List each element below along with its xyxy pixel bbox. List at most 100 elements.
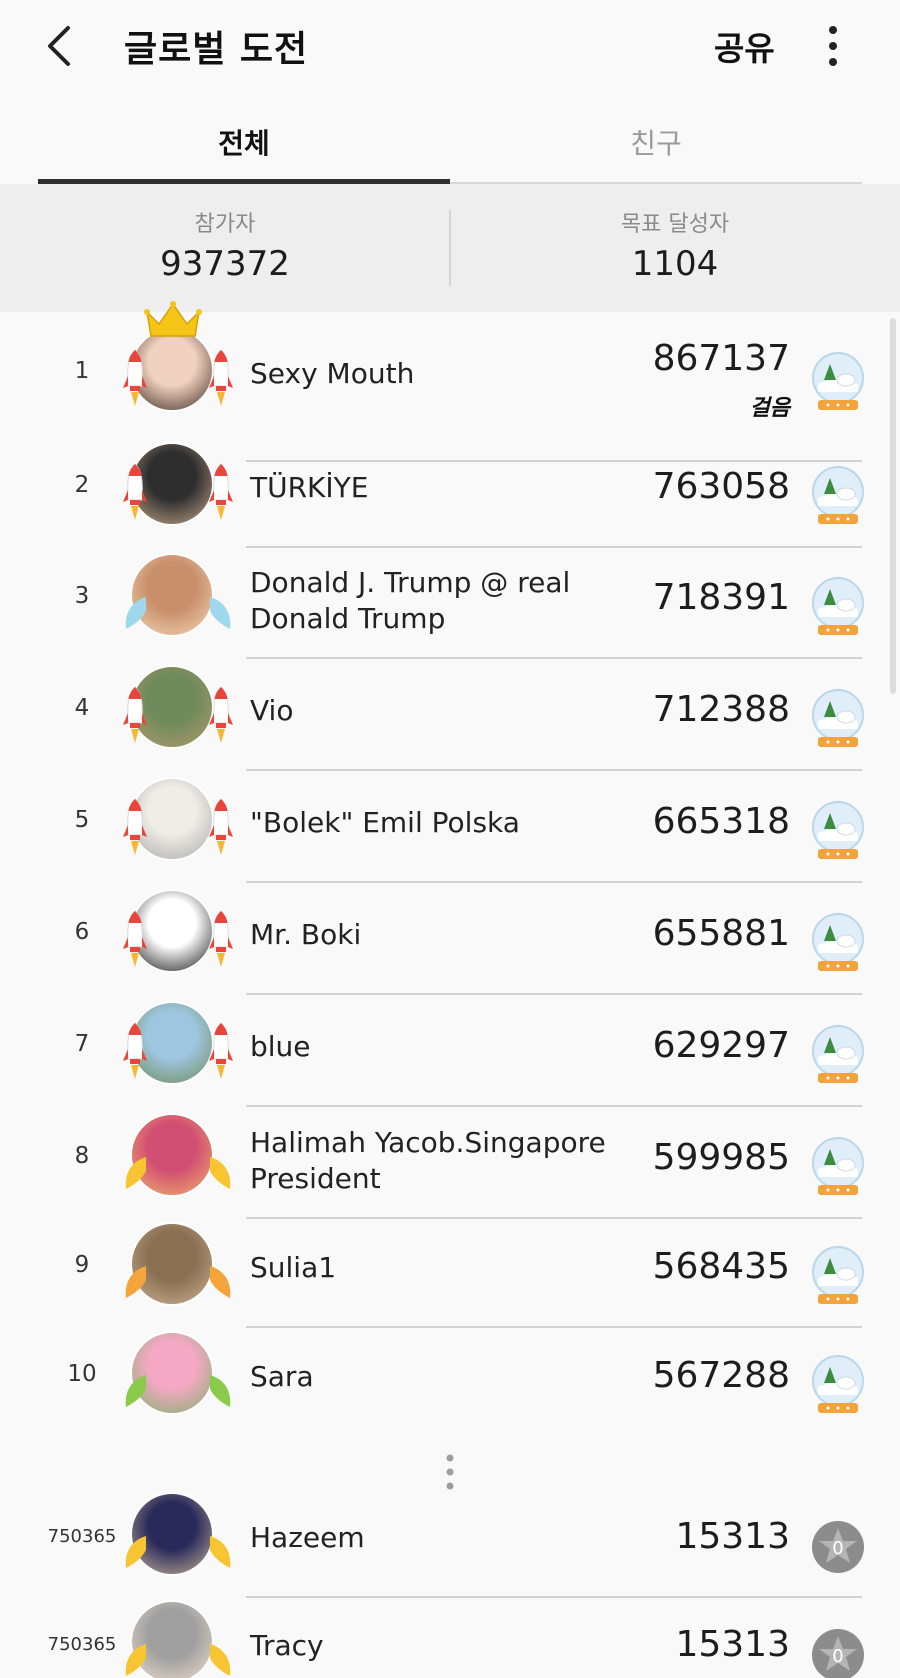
avatar[interactable] [123, 436, 233, 546]
rocket-badge-icon [209, 686, 233, 743]
achievers-value: 1104 [631, 244, 719, 284]
more-vertical-icon[interactable] [818, 24, 848, 68]
rank-number: 9 [74, 1252, 90, 1278]
avatar[interactable] [125, 1325, 231, 1435]
snow-globe-trophy-icon [812, 1246, 864, 1304]
user-name: Sara [250, 1360, 314, 1393]
step-score: 867137 [652, 338, 790, 379]
rocket-badge-icon [123, 1022, 147, 1079]
medal-value: 0 [832, 1538, 843, 1559]
rocket-badge-icon [123, 349, 147, 406]
step-score: 15313 [675, 1516, 790, 1557]
leaderboard-row[interactable]: 7 blue 629297 [0, 995, 900, 1107]
snow-globe-trophy-icon [812, 1025, 864, 1083]
participants-value: 937372 [160, 244, 290, 284]
leaderboard-row[interactable]: 10 Sara 567288 [0, 1325, 900, 1437]
tab-bar: 전체 친구 [38, 110, 862, 184]
snow-globe-trophy-icon [812, 577, 864, 635]
wing-badge-icon [125, 1266, 146, 1298]
wing-badge-icon [125, 1644, 146, 1676]
leaderboard-row[interactable]: 3 Donald J. Trump @ real Donald Trump 7183… [0, 547, 900, 659]
rank-number: 750365 [47, 1634, 117, 1655]
user-name: Vio [250, 694, 294, 727]
rocket-badge-icon [123, 463, 147, 520]
score-unit: 걸음 [749, 396, 790, 421]
wing-badge-icon [125, 597, 146, 629]
user-name: Sulia1 [250, 1251, 337, 1284]
crown-icon [144, 301, 202, 337]
rocket-badge-icon [209, 463, 233, 520]
wing-badge-icon [210, 1375, 231, 1407]
snow-globe-trophy-icon [812, 1355, 864, 1413]
leaderboard-row[interactable]: 8 Halimah Yacob.Singapore President 599985 [0, 1107, 900, 1219]
leaderboard-row[interactable]: 2 TÜRKİYE 763058 [0, 436, 900, 548]
snow-globe-trophy-icon [812, 801, 864, 859]
avatar[interactable] [123, 771, 233, 881]
leaderboard-row[interactable]: 4 Vio 712388 [0, 659, 900, 771]
leaderboard-row[interactable]: 9 Sulia1 568435 [0, 1216, 900, 1328]
tab-friends[interactable]: 친구 [450, 110, 862, 184]
user-name: "Bolek" Emil Polska [250, 806, 520, 839]
rank-number: 4 [74, 695, 90, 721]
avatar[interactable] [125, 1594, 231, 1678]
participants-stat: 참가자 937372 [0, 206, 450, 284]
rank-number: 2 [74, 472, 90, 498]
rank-number: 5 [74, 807, 90, 833]
step-score: 763058 [652, 466, 790, 507]
step-score: 15313 [675, 1624, 790, 1665]
avatar[interactable] [123, 995, 233, 1105]
rank-number: 7 [74, 1031, 90, 1057]
avatar[interactable] [123, 883, 233, 993]
rank-number: 6 [74, 919, 90, 945]
snow-globe-trophy-icon [812, 466, 864, 524]
achievers-stat: 목표 달성자 1104 [450, 206, 900, 284]
rocket-badge-icon [209, 798, 233, 855]
user-name: Mr. Boki [250, 918, 362, 951]
stats-panel: 참가자 937372 목표 달성자 1104 [0, 184, 900, 312]
tab-all[interactable]: 전체 [38, 110, 450, 184]
chevron-left-icon[interactable] [40, 22, 80, 70]
page-title: 글로벌 도전 [124, 29, 309, 70]
wing-badge-icon [125, 1536, 146, 1568]
leaderboard-row[interactable]: 1 Sexy Mouth 867137 걸음 [0, 301, 900, 462]
leaderboard-row[interactable]: 750365 Tracy 15313 0 [0, 1594, 900, 1678]
leaderboard-row[interactable]: 5 "Bolek" Emil Polska 665318 [0, 771, 900, 883]
achievers-label: 목표 달성자 [620, 212, 730, 237]
zero-medal-icon: 0 [812, 1521, 864, 1573]
avatar[interactable] [123, 659, 233, 769]
share-button[interactable]: 공유 [714, 22, 775, 70]
rank-number: 750365 [47, 1526, 117, 1547]
wing-badge-icon [210, 1644, 231, 1676]
leaderboard-row[interactable]: 750365 Hazeem 15313 0 [0, 1486, 900, 1598]
leaderboard-row[interactable]: 6 Mr. Boki 655881 [0, 883, 900, 995]
rocket-badge-icon [209, 1022, 233, 1079]
step-score: 629297 [652, 1025, 790, 1066]
medal-value: 0 [832, 1646, 843, 1667]
wing-badge-icon [125, 1157, 146, 1189]
snow-globe-trophy-icon [812, 913, 864, 971]
user-name: Sexy Mouth [250, 357, 415, 390]
user-name: TÜRKİYE [250, 471, 369, 504]
avatar[interactable] [125, 1216, 231, 1326]
rank-number: 1 [74, 358, 90, 384]
user-name: Halimah Yacob.Singapore President [250, 1126, 606, 1195]
avatar[interactable] [125, 1486, 231, 1596]
avatar[interactable] [125, 547, 231, 657]
snow-globe-trophy-icon [812, 1137, 864, 1195]
wing-badge-icon [210, 1536, 231, 1568]
avatar[interactable] [123, 301, 233, 432]
wing-badge-icon [210, 1157, 231, 1189]
user-name: Tracy [250, 1629, 324, 1662]
user-name: blue [250, 1030, 311, 1063]
step-score: 599985 [652, 1137, 790, 1178]
step-score: 718391 [652, 577, 790, 618]
rocket-badge-icon [123, 686, 147, 743]
rocket-badge-icon [209, 910, 233, 967]
app-bar: 글로벌 도전 공유 [0, 0, 900, 92]
avatar[interactable] [125, 1107, 231, 1217]
participants-label: 참가자 [194, 212, 256, 237]
rocket-badge-icon [123, 910, 147, 967]
wing-badge-icon [210, 1266, 231, 1298]
more-vertical-icon [446, 1454, 454, 1490]
rank-number: 3 [74, 583, 90, 609]
